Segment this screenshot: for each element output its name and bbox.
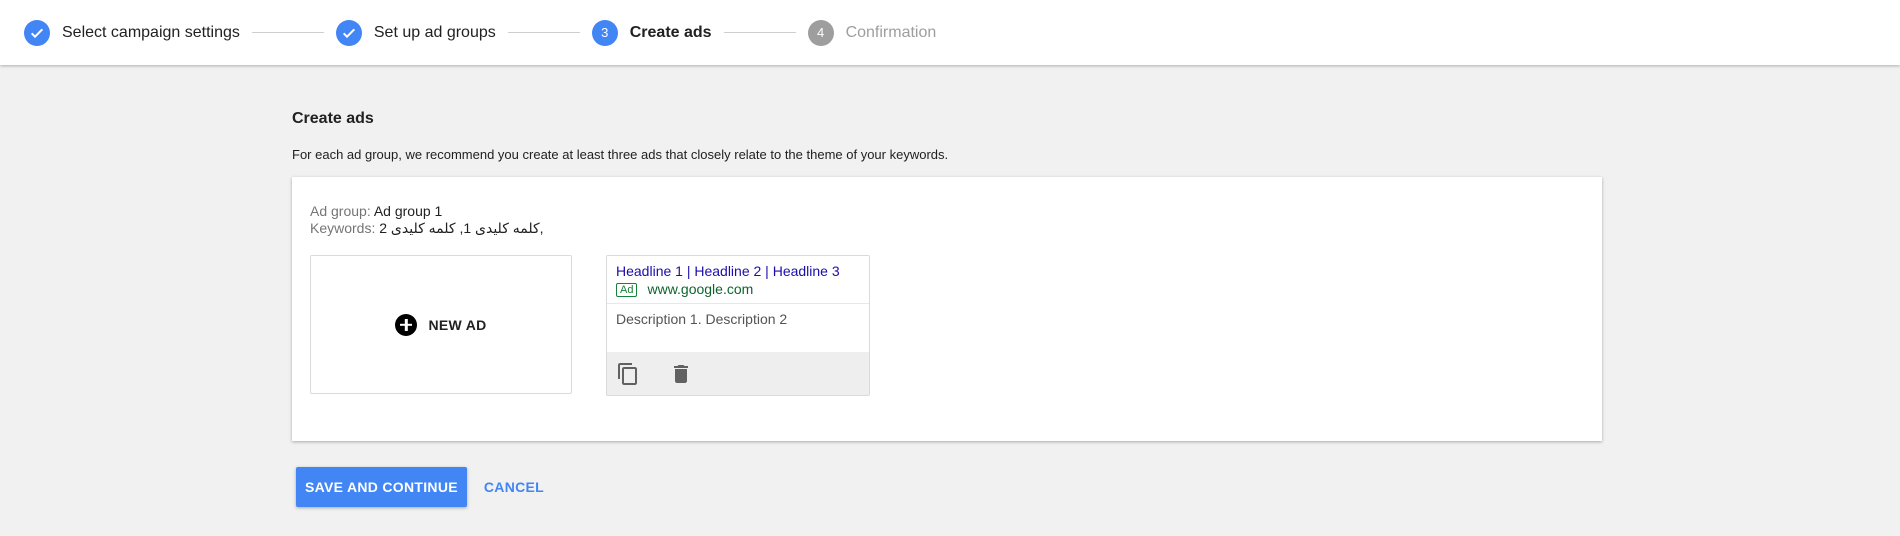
ad-preview-card[interactable]: Headline 1 | Headline 2 | Headline 3 Ad … [606, 255, 870, 396]
ad-group-name: Ad group 1 [373, 203, 443, 219]
stepper: Select campaign settings Set up ad group… [0, 0, 1900, 65]
check-icon [24, 19, 50, 46]
step-label: Confirmation [845, 23, 937, 41]
step-create-ads[interactable]: 3 Create ads [591, 19, 712, 46]
step-number: 4 [807, 19, 834, 46]
delete-icon[interactable] [669, 362, 693, 386]
ad-description: Description 1. Description 2 [616, 311, 788, 327]
check-icon [335, 19, 362, 46]
step-confirmation: 4 Confirmation [807, 19, 937, 46]
step-connector [251, 32, 324, 33]
save-and-continue-button[interactable]: SAVE AND CONTINUE [296, 467, 467, 507]
ad-url-row: Ad www.google.com [616, 281, 860, 298]
ad-group-meta: Ad group: Ad group 1 Keywords: کلمه کلید… [310, 203, 544, 237]
step-set-up-ad-groups[interactable]: Set up ad groups [335, 19, 496, 46]
ad-headline: Headline 1 | Headline 2 | Headline 3 [616, 263, 840, 279]
keywords-value: کلمه کلیدی 1, کلمه کلیدی 2, [379, 220, 544, 236]
keywords-label: Keywords: [310, 220, 376, 236]
ad-actions [607, 352, 869, 395]
cancel-button[interactable]: CANCEL [467, 467, 561, 507]
page-header: Create ads For each ad group, we recomme… [292, 110, 1602, 162]
form-actions: SAVE AND CONTINUE CANCEL [296, 467, 561, 507]
step-connector [507, 32, 580, 33]
new-ad-label: NEW AD [428, 316, 487, 333]
new-ad-button[interactable]: NEW AD [310, 255, 572, 394]
step-connector [723, 32, 796, 33]
ad-group-card: Ad group: Ad group 1 Keywords: کلمه کلید… [292, 177, 1602, 441]
ad-group-label: Ad group: [310, 203, 371, 219]
page-title: Create ads [292, 110, 374, 127]
page-description: For each ad group, we recommend you crea… [292, 147, 949, 162]
ad-header: Headline 1 | Headline 2 | Headline 3 Ad … [607, 256, 869, 304]
ad-badge: Ad [616, 282, 638, 297]
add-circle-icon [395, 313, 418, 336]
copy-icon[interactable] [616, 362, 640, 386]
step-label: Set up ad groups [373, 23, 496, 41]
step-number: 3 [591, 19, 618, 46]
ad-display-url: www.google.com [647, 281, 754, 297]
step-select-campaign-settings[interactable]: Select campaign settings [24, 19, 240, 46]
step-label: Create ads [629, 23, 712, 41]
step-label: Select campaign settings [62, 23, 240, 41]
